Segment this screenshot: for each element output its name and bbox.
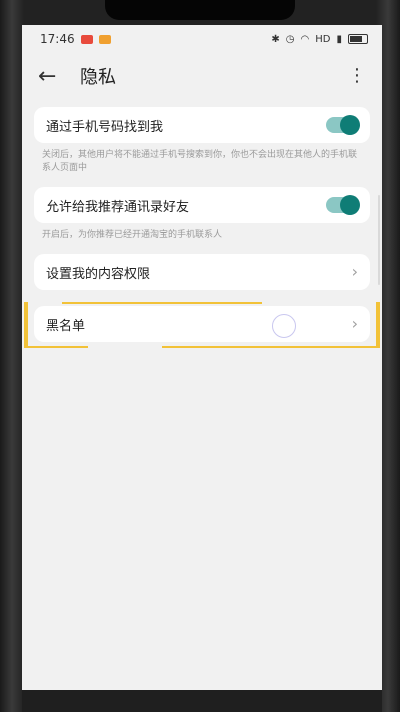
scrollbar: [378, 195, 380, 285]
app-notification-icon: [80, 34, 93, 44]
setting-label: 允许给我推荐通讯录好友: [46, 199, 190, 215]
phone-notch: [105, 0, 295, 20]
setting-label: 黑名单: [46, 318, 86, 334]
page-title: 隐私: [80, 67, 116, 88]
bluetooth-icon: ✱: [271, 33, 280, 45]
setting-description: 开启后，为你推荐已经开通淘宝的手机联系人: [42, 230, 223, 240]
recommend-contacts-toggle[interactable]: [326, 195, 360, 215]
wifi-icon: ◠: [300, 33, 310, 45]
toggle-knob: [340, 195, 360, 215]
tap-indicator-icon: [272, 314, 296, 338]
network-type: HD: [315, 33, 331, 45]
status-time: 17:46: [40, 32, 75, 46]
setting-label: 设置我的内容权限: [46, 266, 151, 282]
alarm-icon: ◷: [285, 33, 295, 45]
status-bar: 17:46 ✱ ◷ ◠ HD ▮: [22, 25, 382, 53]
chevron-right-icon: ›: [351, 314, 358, 333]
more-options-icon[interactable]: ⋮: [348, 67, 366, 85]
screen: 17:46 ✱ ◷ ◠ HD ▮ ← 隐私 ⋮ 通过手机号码找到我 关闭后，其他…: [22, 25, 382, 712]
highlight-stroke-bottom-left: [28, 346, 88, 348]
signal-icon: ▮: [336, 33, 342, 45]
back-arrow-icon[interactable]: ←: [38, 64, 62, 89]
highlight-stroke-bottom: [162, 346, 378, 348]
setting-content-permission[interactable]: 设置我的内容权限 ›: [34, 254, 370, 290]
setting-blacklist[interactable]: 黑名单 ›: [34, 306, 370, 342]
chevron-right-icon: ›: [351, 262, 358, 281]
app-bar: ← 隐私 ⋮: [22, 53, 382, 99]
highlight-stroke-top: [62, 302, 262, 304]
toggle-knob: [340, 115, 360, 135]
battery-icon: [348, 34, 368, 44]
setting-label: 通过手机号码找到我: [46, 119, 164, 135]
setting-description: 关闭后，其他用户将不能通过手机号搜索到你，你也不会出现在其他人的手机联系人页面中: [42, 150, 358, 173]
phone-bottom-bezel: [22, 690, 382, 712]
status-right: ✱ ◷ ◠ HD ▮: [271, 34, 368, 45]
setting-find-by-phone[interactable]: 通过手机号码找到我: [34, 107, 370, 143]
weibo-notification-icon: [98, 34, 111, 44]
setting-recommend-contacts[interactable]: 允许给我推荐通讯录好友: [34, 187, 370, 223]
blacklist-highlight-wrap: 黑名单 ›: [22, 302, 382, 348]
status-left: 17:46: [40, 32, 111, 46]
find-by-phone-toggle[interactable]: [326, 115, 360, 135]
